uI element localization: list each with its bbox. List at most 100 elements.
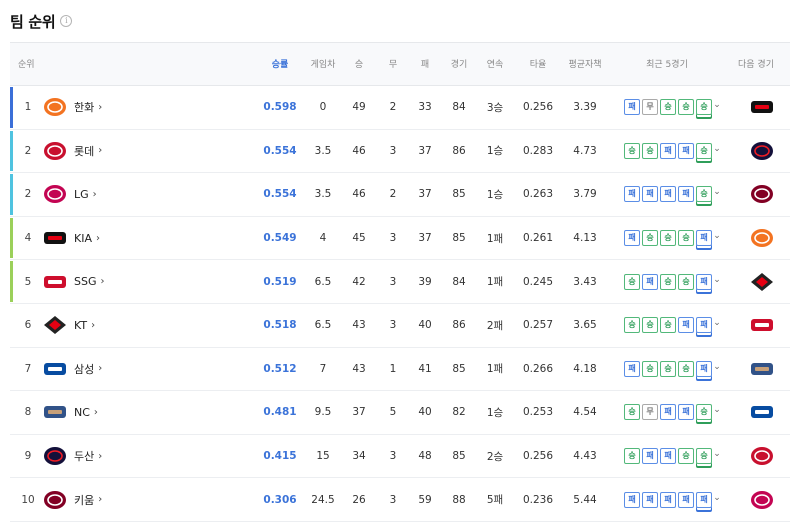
wiz-logo[interactable] xyxy=(750,272,774,292)
rank-cell: 2 xyxy=(24,188,32,201)
result-badge: 승 xyxy=(678,99,694,116)
result-badge: 승 xyxy=(624,448,640,465)
chevron-down-icon[interactable]: ⌄ xyxy=(712,493,722,503)
chevron-down-icon[interactable]: ⌄ xyxy=(712,405,722,415)
era-cell: 4.54 xyxy=(573,406,597,419)
recent-5-games: 승무패패승 xyxy=(624,404,714,421)
chevron-right-icon: › xyxy=(92,188,97,200)
chevron-down-icon[interactable]: ⌄ xyxy=(712,362,722,372)
result-badge: 패 xyxy=(660,404,676,421)
team-name-link[interactable]: 롯데 › xyxy=(74,130,102,173)
twins-logo[interactable] xyxy=(750,490,774,510)
eagles-logo[interactable] xyxy=(750,228,774,248)
bears-logo[interactable] xyxy=(750,141,774,161)
team-name-link[interactable]: NC › xyxy=(74,391,98,434)
chevron-down-icon[interactable]: ⌄ xyxy=(712,187,722,197)
dinos-logo[interactable] xyxy=(750,359,774,379)
giants-logo[interactable] xyxy=(750,446,774,466)
header-win-pct[interactable]: 승률 xyxy=(260,43,300,87)
recent-5-games: 패승승승패 xyxy=(624,230,714,247)
streak-cell: 1패 xyxy=(486,276,504,289)
team-name-link[interactable]: LG › xyxy=(74,173,97,216)
table-row[interactable]: 7 삼성 › 0.512 7 43 1 41 85 1패 0.266 4.18 패 승 승 승 패 ⌄ xyxy=(10,348,790,392)
header-wins[interactable]: 승 xyxy=(344,43,374,87)
result-badge: 패 xyxy=(696,273,712,290)
team-name-link[interactable]: KT › xyxy=(74,304,95,347)
chevron-down-icon[interactable]: ⌄ xyxy=(712,275,722,285)
header-streak[interactable]: 연속 xyxy=(478,43,512,87)
chevron-down-icon[interactable]: ⌄ xyxy=(712,231,722,241)
games-cell: 86 xyxy=(452,144,466,157)
team-name-link[interactable]: 두산 › xyxy=(74,435,102,478)
recent-5-games: 승승승패패 xyxy=(624,317,714,334)
rank-cell: 2 xyxy=(24,144,32,157)
win-pct-cell: 0.306 xyxy=(263,493,297,506)
header-games[interactable]: 경기 xyxy=(444,43,474,87)
batting-avg-cell: 0.263 xyxy=(522,188,554,201)
table-row[interactable]: 2 롯데 › 0.554 3.5 46 3 37 86 1승 0.283 4.73 승 승 패 패 승 ⌄ xyxy=(10,130,790,174)
header-batting-avg[interactable]: 타율 xyxy=(518,43,558,87)
heroes-logo[interactable] xyxy=(43,490,67,510)
team-name: SSG xyxy=(74,275,97,289)
tigers-logo[interactable] xyxy=(750,97,774,117)
wiz-logo[interactable] xyxy=(43,315,67,335)
team-name-link[interactable]: SSG › xyxy=(74,260,105,303)
win-pct-cell: 0.519 xyxy=(263,275,297,288)
landers-logo[interactable] xyxy=(750,315,774,335)
result-badge: 승 xyxy=(660,360,676,377)
result-badge: 패 xyxy=(696,491,712,508)
header-draws[interactable]: 무 xyxy=(378,43,408,87)
giants-logo[interactable] xyxy=(43,141,67,161)
result-badge: 패 xyxy=(642,448,658,465)
team-name-link[interactable]: KIA › xyxy=(74,217,100,260)
wins-cell: 34 xyxy=(352,450,366,463)
table-row[interactable]: 10 키움 › 0.306 24.5 26 3 59 88 5패 0.236 5.44 패 패 패 패 패 ⌄ xyxy=(10,478,790,522)
heroes-logo[interactable] xyxy=(750,184,774,204)
team-name-link[interactable]: 한화 › xyxy=(74,86,102,129)
draws-cell: 2 xyxy=(389,101,397,114)
chevron-down-icon[interactable]: ⌄ xyxy=(712,449,722,459)
lions-logo[interactable] xyxy=(43,359,67,379)
chevron-down-icon[interactable]: ⌄ xyxy=(712,144,722,154)
batting-avg-cell: 0.253 xyxy=(522,406,554,419)
twins-logo[interactable] xyxy=(43,184,67,204)
bears-logo[interactable] xyxy=(43,446,67,466)
table-row[interactable]: 1 한화 › 0.598 0 49 2 33 84 3승 0.256 3.39 패 무 승 승 승 ⌄ xyxy=(10,86,790,130)
games-cell: 85 xyxy=(452,188,466,201)
header-rank[interactable]: 순위 xyxy=(18,43,48,87)
dinos-logo[interactable] xyxy=(43,402,67,422)
table-row[interactable]: 4 KIA › 0.549 4 45 3 37 85 1패 0.261 4.13 패 승 승 승 패 ⌄ xyxy=(10,217,790,261)
table-row[interactable]: 5 SSG › 0.519 6.5 42 3 39 84 1패 0.245 3.43 승 패 승 승 패 ⌄ xyxy=(10,260,790,304)
draws-cell: 3 xyxy=(389,232,397,245)
batting-avg-cell: 0.266 xyxy=(522,362,554,375)
era-cell: 3.43 xyxy=(573,275,597,288)
page-title: 팀 순위 xyxy=(10,12,56,31)
table-row[interactable]: 6 KT › 0.518 6.5 43 3 40 86 2패 0.257 3.65 승 승 승 패 패 ⌄ xyxy=(10,304,790,348)
chevron-down-icon[interactable]: ⌄ xyxy=(712,318,722,328)
table-row[interactable]: 9 두산 › 0.415 15 34 3 48 85 2승 0.256 4.43 승 패 패 승 승 ⌄ xyxy=(10,435,790,479)
wins-cell: 37 xyxy=(352,406,366,419)
header-losses[interactable]: 패 xyxy=(410,43,440,87)
tigers-logo[interactable] xyxy=(43,228,67,248)
games-behind-cell: 3.5 xyxy=(314,188,332,201)
wins-cell: 46 xyxy=(352,188,366,201)
team-name-link[interactable]: 삼성 › xyxy=(74,348,102,391)
era-cell: 3.39 xyxy=(573,101,597,114)
lions-logo[interactable] xyxy=(750,402,774,422)
chevron-down-icon[interactable]: ⌄ xyxy=(712,100,722,110)
header-games-behind[interactable]: 게임차 xyxy=(306,43,340,87)
result-badge: 패 xyxy=(678,317,694,334)
chevron-right-icon: › xyxy=(95,232,100,244)
eagles-logo[interactable] xyxy=(43,97,67,117)
header-era[interactable]: 평균자책 xyxy=(562,43,608,87)
result-badge: 패 xyxy=(660,448,676,465)
result-badge: 승 xyxy=(678,273,694,290)
team-name-link[interactable]: 키움 › xyxy=(74,478,102,521)
landers-logo[interactable] xyxy=(43,272,67,292)
rank-cell: 7 xyxy=(24,362,32,375)
table-row[interactable]: 8 NC › 0.481 9.5 37 5 40 82 1승 0.253 4.54 승 무 패 패 승 ⌄ xyxy=(10,391,790,435)
table-row[interactable]: 2 LG › 0.554 3.5 46 2 37 85 1승 0.263 3.79 패 패 패 패 승 ⌄ xyxy=(10,173,790,217)
streak-cell: 1패 xyxy=(486,363,504,376)
info-icon[interactable]: i xyxy=(60,15,73,27)
rank-indicator-bar xyxy=(10,87,13,128)
